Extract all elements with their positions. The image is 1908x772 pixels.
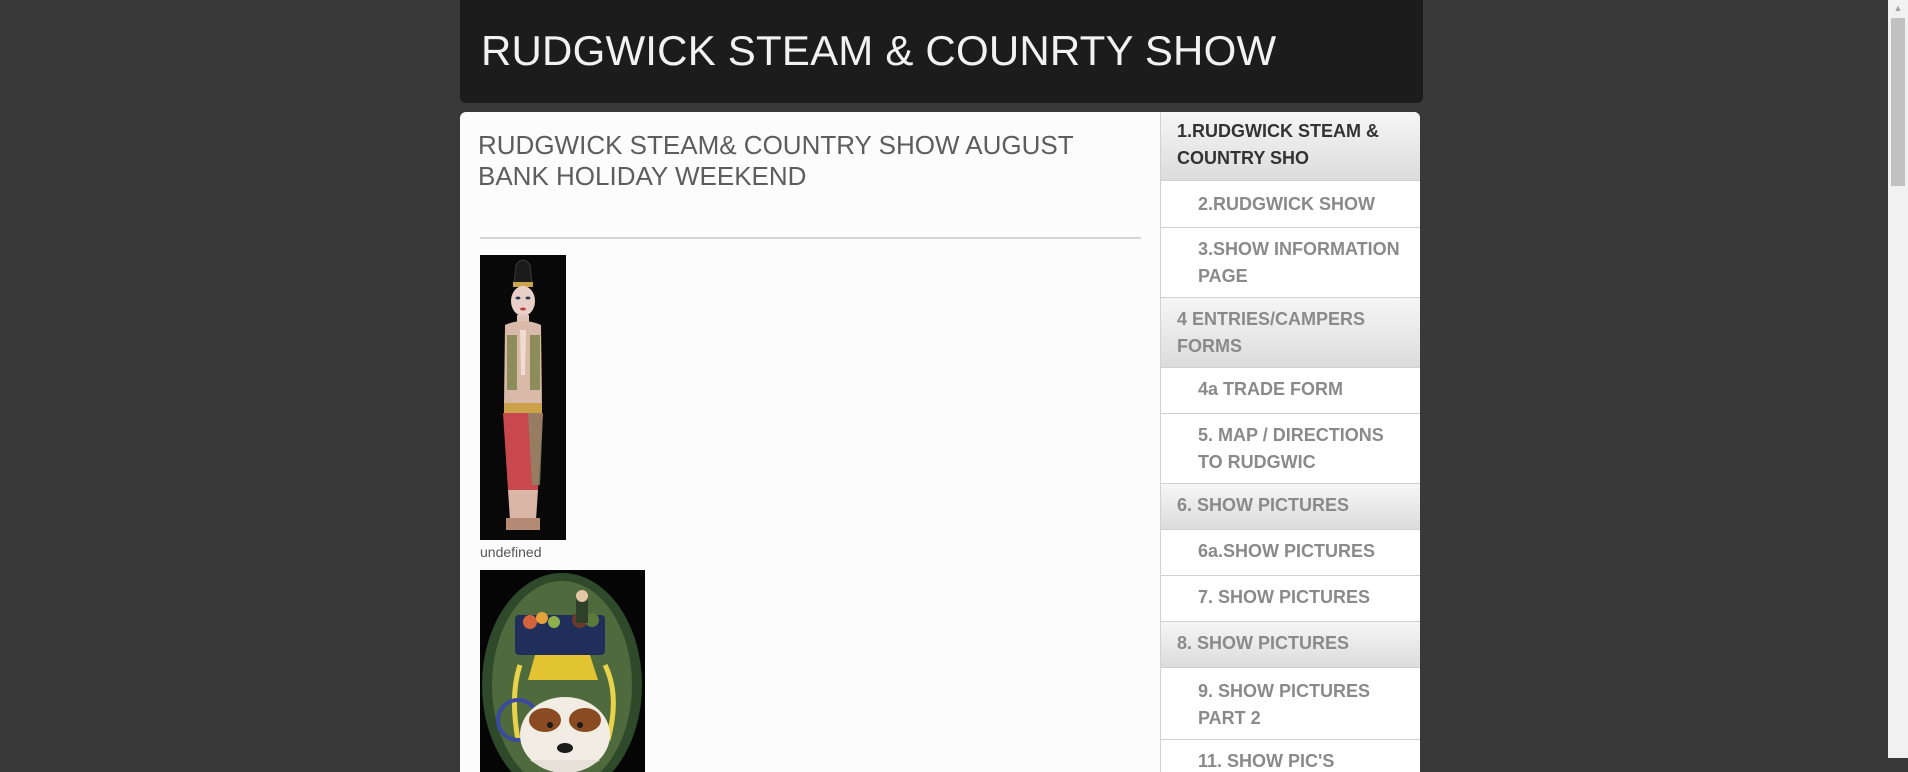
thai-figurine-image[interactable] bbox=[480, 255, 566, 540]
nav-item-show-pictures-7[interactable]: 7. SHOW PICTURES bbox=[1161, 576, 1420, 622]
nav-item-label: 4a TRADE FORM bbox=[1198, 379, 1344, 399]
sidebar-nav: 1.RUDGWICK STEAM & COUNTRY SHO 2.RUDGWIC… bbox=[1160, 112, 1420, 772]
scroll-up-arrow-icon[interactable]: ▲ bbox=[1888, 0, 1908, 17]
nav-item-label: 6. SHOW PICTURES bbox=[1177, 495, 1350, 515]
dog-cart-image[interactable] bbox=[480, 570, 645, 772]
image-caption: undefined bbox=[480, 544, 542, 560]
nav-item-label: 11. SHOW PIC'S bbox=[1198, 751, 1335, 771]
nav-item-show-information[interactable]: 3.SHOW INFORMATION PAGE bbox=[1161, 228, 1420, 298]
page-scrollbar[interactable]: ▲ bbox=[1888, 0, 1908, 758]
nav-item-label: 8. SHOW PICTURES bbox=[1177, 633, 1350, 653]
nav-item-label: 7. SHOW PICTURES bbox=[1198, 587, 1371, 607]
content-panel: RUDGWICK STEAM& COUNTRY SHOW AUGUST BANK… bbox=[460, 112, 1420, 772]
nav-item-entries-campers-forms[interactable]: 4 ENTRIES/CAMPERS FORMS bbox=[1161, 298, 1420, 368]
divider bbox=[480, 237, 1141, 239]
site-header: RUDGWICK STEAM & COUNRTY SHOW bbox=[460, 0, 1423, 103]
nav-item-label: 3.SHOW INFORMATION PAGE bbox=[1198, 239, 1400, 286]
nav-item-rudgwick-show[interactable]: 2.RUDGWICK SHOW bbox=[1161, 181, 1420, 228]
nav-item-label: 5. MAP / DIRECTIONS TO RUDGWIC bbox=[1198, 425, 1384, 472]
nav-item-label: 4 ENTRIES/CAMPERS FORMS bbox=[1177, 309, 1366, 356]
nav-item-map-directions[interactable]: 5. MAP / DIRECTIONS TO RUDGWIC bbox=[1161, 414, 1420, 484]
nav-item-label: 1.RUDGWICK STEAM & COUNTRY SHO bbox=[1177, 121, 1379, 168]
main-column: RUDGWICK STEAM& COUNTRY SHOW AUGUST BANK… bbox=[460, 112, 1160, 772]
nav-item-label: 9. SHOW PICTURES PART 2 bbox=[1198, 681, 1371, 728]
site-title[interactable]: RUDGWICK STEAM & COUNRTY SHOW bbox=[481, 27, 1276, 75]
nav-item-show-pictures-6[interactable]: 6. SHOW PICTURES bbox=[1161, 484, 1420, 530]
scrollbar-thumb[interactable] bbox=[1891, 18, 1905, 186]
nav-item-steam-country-show[interactable]: 1.RUDGWICK STEAM & COUNTRY SHO bbox=[1161, 112, 1420, 181]
nav-item-show-pics-11[interactable]: 11. SHOW PIC'S bbox=[1161, 740, 1420, 772]
nav-item-label: 2.RUDGWICK SHOW bbox=[1198, 194, 1375, 214]
nav-item-show-pictures-8[interactable]: 8. SHOW PICTURES bbox=[1161, 622, 1420, 668]
nav-item-show-pictures-6a[interactable]: 6a.SHOW PICTURES bbox=[1161, 530, 1420, 576]
nav-item-trade-form[interactable]: 4a TRADE FORM bbox=[1161, 368, 1420, 414]
page-title: RUDGWICK STEAM& COUNTRY SHOW AUGUST BANK… bbox=[478, 130, 1074, 191]
nav-item-show-pictures-9[interactable]: 9. SHOW PICTURES PART 2 bbox=[1161, 668, 1420, 740]
nav-item-label: 6a.SHOW PICTURES bbox=[1198, 541, 1376, 561]
